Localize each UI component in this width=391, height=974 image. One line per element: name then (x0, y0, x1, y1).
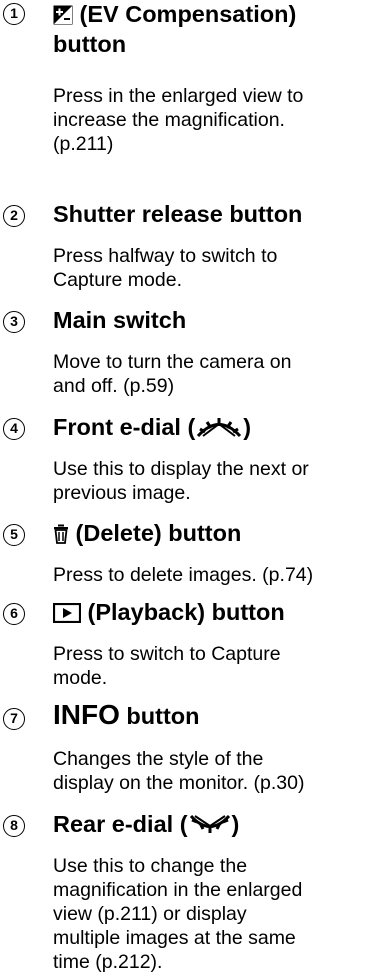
item-number: 1 (3, 3, 25, 25)
item-number: 3 (3, 311, 25, 333)
item-number: 7 (3, 708, 25, 730)
front-dial-icon (195, 415, 243, 445)
ev-compensation-icon (53, 2, 73, 32)
item-title: Main switch (53, 307, 187, 333)
playback-icon (52, 600, 82, 630)
item-description: Move to turn the camera on and off. (p.5… (53, 351, 292, 397)
item-title: Shutter release button (53, 201, 303, 227)
item-title: (Delete) button (53, 518, 391, 551)
item-title: INFO button (53, 699, 200, 730)
manual-page: 1 (EV Compensation) button Press in the … (0, 0, 391, 973)
rear-dial-icon (188, 812, 232, 842)
item-title-line2: button (53, 31, 127, 57)
item-title: Front e-dial () (53, 412, 391, 445)
item-number: 2 (3, 205, 25, 227)
item-title: (Playback) button (52, 597, 391, 630)
item-number: 6 (3, 603, 25, 625)
item-number: 4 (3, 418, 25, 440)
item-description: Press to switch to Capture mode. (53, 643, 281, 689)
item-title: (EV Compensation) (53, 0, 391, 32)
item-description: Press to delete images. (p.74) (53, 564, 314, 586)
item-description: Changes the style of the display on the … (53, 748, 305, 794)
item-description: Press in the enlarged view to increase t… (53, 85, 304, 155)
item-title: Rear e-dial () (53, 809, 391, 842)
item-number: 8 (3, 815, 25, 837)
item-description: Use this to display the next or previous… (53, 458, 309, 504)
trash-icon (53, 521, 69, 551)
item-description: Use this to change the magnification in … (53, 855, 303, 973)
item-number: 5 (3, 524, 25, 546)
item-description: Press halfway to switch to Capture mode. (53, 245, 278, 291)
